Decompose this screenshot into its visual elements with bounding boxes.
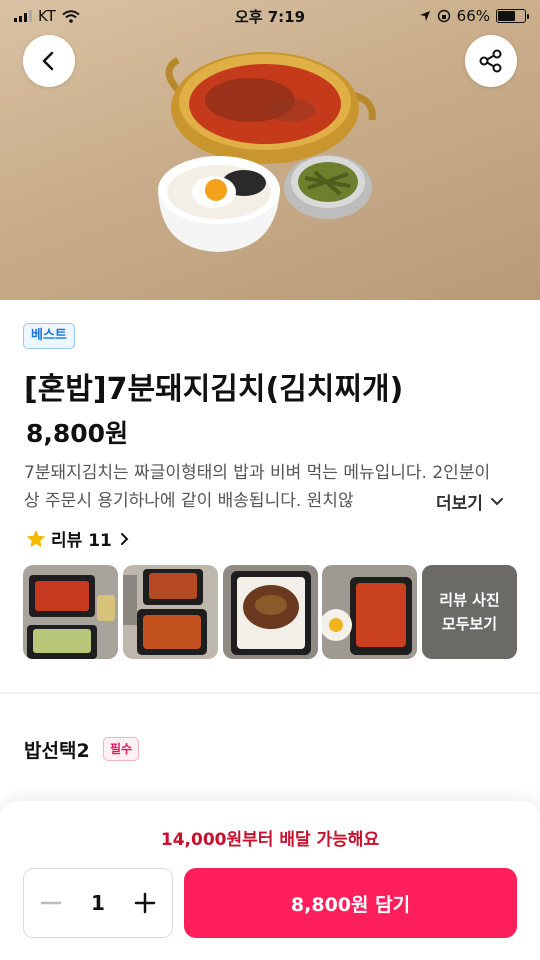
review-photo-image [223,565,318,659]
section-divider [0,692,540,694]
battery-icon [496,9,529,23]
carrier-label: KT [38,7,56,25]
bottom-order-bar: 14,000원부터 배달 가능해요 1 8,800원 담기 [0,801,540,960]
minus-icon[interactable] [38,890,64,916]
review-photo-image [23,565,118,659]
location-icon [419,11,430,21]
best-badge: 베스트 [23,323,75,349]
clock: 오후 7:19 [234,7,306,26]
signal-icon [14,10,32,22]
review-link[interactable]: 리뷰 11 [25,526,132,551]
review-photo-image [123,565,218,659]
add-to-cart-button[interactable]: 8,800원 담기 [184,868,517,938]
back-button[interactable] [23,35,75,87]
chevron-down-icon [490,498,503,506]
see-all-review-photos[interactable]: 리뷰 사진 모두보기 [422,565,517,659]
min-order-notice: 14,000원부터 배달 가능해요 [160,830,380,850]
quantity-stepper: 1 [23,868,173,938]
menu-title: [혼밥]7분돼지김치(김치찌개) [24,372,404,407]
share-button[interactable] [465,35,517,87]
description-fade [395,486,435,516]
share-icon [479,49,502,73]
required-badge: 필수 [103,737,140,761]
review-photo[interactable] [23,565,118,659]
menu-hero-image [0,0,540,300]
quantity-value: 1 [91,891,105,915]
review-photo[interactable] [223,565,318,659]
more-button[interactable]: 더보기 [436,487,505,515]
option-title: 밥선택2 [24,740,90,762]
more-label: 더보기 [436,493,483,514]
review-photo[interactable] [322,565,417,659]
back-arrow-icon [42,51,54,71]
review-photo[interactable] [123,565,218,659]
star-icon [26,529,46,547]
wifi-icon [62,9,80,23]
menu-price: 8,800원 [26,419,129,448]
plus-icon[interactable] [132,890,158,916]
battery-level [498,11,515,21]
see-all-label: 리뷰 사진 모두보기 [439,591,500,633]
food-photo [158,52,376,252]
status-bar: KT 오후 7:19 66% [0,0,540,32]
battery-percent: 66% [456,7,490,25]
review-photo-image [322,565,417,659]
chevron-right-icon [120,532,129,545]
review-count-label: 리뷰 11 [51,531,112,551]
orientation-lock-icon [437,9,450,23]
